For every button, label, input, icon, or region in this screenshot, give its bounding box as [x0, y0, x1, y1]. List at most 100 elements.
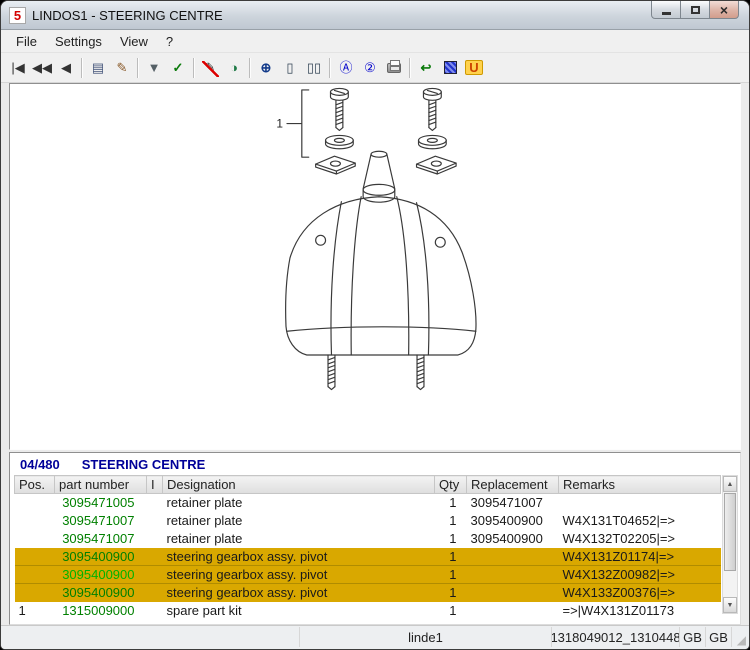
table-row[interactable]: 3095400900 steering gearbox assy. pivot1 W… — [15, 566, 721, 584]
zoom-in-button[interactable]: ⊕ — [254, 57, 278, 79]
status-language: GB — [680, 627, 706, 647]
table-row[interactable]: 3095471007retainer plate13095400900W4X13… — [15, 530, 721, 548]
fast-back-button[interactable]: ◀◀ — [30, 57, 54, 79]
designation-cell: steering gearbox assy. pivot — [163, 566, 435, 584]
first-record-button[interactable]: |◀ — [6, 57, 30, 79]
minimize-button[interactable] — [651, 0, 681, 19]
designation-cell: retainer plate — [163, 530, 435, 548]
qty-cell: 1 — [435, 602, 467, 620]
scrollbar-thumb[interactable] — [724, 493, 736, 571]
minimize-icon — [662, 12, 671, 15]
pos-cell — [15, 566, 55, 584]
edit-icon: ✎ — [117, 61, 128, 74]
retainer-plate-icon[interactable] — [417, 156, 457, 174]
col-header-pos[interactable]: Pos. — [15, 476, 55, 494]
col-header-qty[interactable]: Qty — [435, 476, 467, 494]
menu-item-settings[interactable]: Settings — [46, 32, 111, 51]
part-number-cell: 3095471007 — [55, 512, 147, 530]
table-header-row: Pos.part numberIDesignationQtyReplacemen… — [15, 476, 721, 494]
edit-button[interactable]: ✎ — [110, 57, 134, 79]
resize-grip-icon[interactable]: ◢ — [732, 627, 747, 647]
pos-cell — [15, 530, 55, 548]
toolbar-separator — [249, 58, 251, 78]
back-icon: ◀ — [61, 61, 71, 74]
remarks-cell: W4X132Z00982|=> — [559, 566, 721, 584]
print-button[interactable] — [382, 57, 406, 79]
language-u-button[interactable]: U — [462, 57, 486, 79]
table-row[interactable]: 3095471005retainer plate13095471007 — [15, 494, 721, 512]
gearbox-body[interactable] — [286, 151, 476, 355]
col-header-remarks[interactable]: Remarks — [559, 476, 721, 494]
remarks-cell: W4X132T02205|=> — [559, 530, 721, 548]
qty-cell: 1 — [435, 548, 467, 566]
screw-icon[interactable] — [423, 88, 441, 130]
menu-item-help[interactable]: ? — [157, 32, 182, 51]
close-button[interactable]: × — [709, 0, 739, 19]
stud-icon[interactable] — [417, 355, 424, 390]
title-bar[interactable]: 5 LINDOS1 - STEERING CENTRE × — [1, 1, 749, 30]
status-blank — [3, 627, 300, 647]
page-counter: 04/480 — [20, 457, 60, 472]
part-number-cell: 1315009000 — [55, 602, 147, 620]
remarks-cell: W4X131Z01174|=> — [559, 548, 721, 566]
stud-icon[interactable] — [328, 355, 335, 390]
col-header-part-number[interactable]: part number — [55, 476, 147, 494]
remarks-cell: =>|W4X131Z01173 — [559, 602, 721, 620]
app-icon-glyph: 5 — [14, 9, 21, 22]
pos-cell: 1 — [15, 602, 55, 620]
part-number-cell: 3095400900 — [55, 566, 147, 584]
col-header-designation[interactable]: Designation — [163, 476, 435, 494]
menu-item-view[interactable]: View — [111, 32, 157, 51]
status-bar: linde11318049012_1310448GBGB◢ — [1, 625, 749, 649]
table-row[interactable]: 3095400900steering gearbox assy. pivot1W… — [15, 584, 721, 602]
circle-2-button[interactable]: ② — [358, 57, 382, 79]
exit-button[interactable]: ↩ — [414, 57, 438, 79]
pages-button[interactable]: ▯▯ — [302, 57, 326, 79]
washer-icon[interactable] — [326, 135, 354, 148]
notes-button[interactable]: ▤ — [86, 57, 110, 79]
window-controls: × — [652, 0, 739, 19]
table-row[interactable]: 3095400900steering gearbox assy. pivot1W… — [15, 548, 721, 566]
i-cell — [147, 602, 163, 620]
zoom-in-icon: ⊕ — [261, 61, 272, 74]
section-title: STEERING CENTRE — [82, 457, 206, 472]
steering-centre-diagram[interactable]: 1 — [95, 84, 655, 444]
no-marker-button[interactable]: ✎ — [198, 57, 222, 79]
pos-cell — [15, 512, 55, 530]
scroll-down-button[interactable]: ▼ — [723, 597, 737, 613]
back-button[interactable]: ◀ — [54, 57, 78, 79]
remarks-cell: W4X133Z00376|=> — [559, 584, 721, 602]
menu-item-file[interactable]: File — [7, 32, 46, 51]
stamp-button[interactable]: ▼ — [142, 57, 166, 79]
retainer-plate-icon[interactable] — [316, 156, 356, 174]
first-record-icon: |◀ — [11, 61, 24, 74]
red-slash-overlay — [202, 61, 219, 77]
mosaic-button[interactable] — [438, 57, 462, 79]
i-cell — [147, 584, 163, 602]
parts-table: Pos.part numberIDesignationQtyReplacemen… — [14, 475, 721, 620]
table-row[interactable]: 11315009000spare part kit1=>|W4X131Z0117… — [15, 602, 721, 620]
toolbar-separator — [329, 58, 331, 78]
scroll-up-button[interactable]: ▲ — [723, 476, 737, 492]
qty-cell: 1 — [435, 512, 467, 530]
col-header-i[interactable]: I — [147, 476, 163, 494]
screw-icon[interactable] — [330, 88, 348, 130]
globe-button[interactable]: ◑ — [222, 57, 246, 79]
vertical-scrollbar[interactable]: ▲ ▼ — [722, 475, 738, 614]
washer-icon[interactable] — [419, 135, 447, 148]
page-button[interactable]: ▯ — [278, 57, 302, 79]
designation-cell: spare part kit — [163, 602, 435, 620]
maximize-button[interactable] — [680, 0, 710, 19]
exit-icon: ↩ — [421, 61, 432, 74]
toolbar-separator — [193, 58, 195, 78]
drawing-area[interactable]: 1 — [9, 83, 741, 450]
table-row[interactable]: 3095471007retainer plate13095400900W4X13… — [15, 512, 721, 530]
check-button[interactable]: ✓ — [166, 57, 190, 79]
window-title: LINDOS1 - STEERING CENTRE — [32, 8, 223, 23]
replacement-cell: 3095400900 — [467, 530, 559, 548]
col-header-replacement[interactable]: Replacement — [467, 476, 559, 494]
app-icon: 5 — [9, 7, 26, 24]
circle-a-button[interactable]: Ⓐ — [334, 57, 358, 79]
qty-cell: 1 — [435, 566, 467, 584]
toolbar: |◀◀◀◀▤✎▼✓✎◑⊕▯▯▯Ⓐ②↩U — [1, 53, 749, 83]
